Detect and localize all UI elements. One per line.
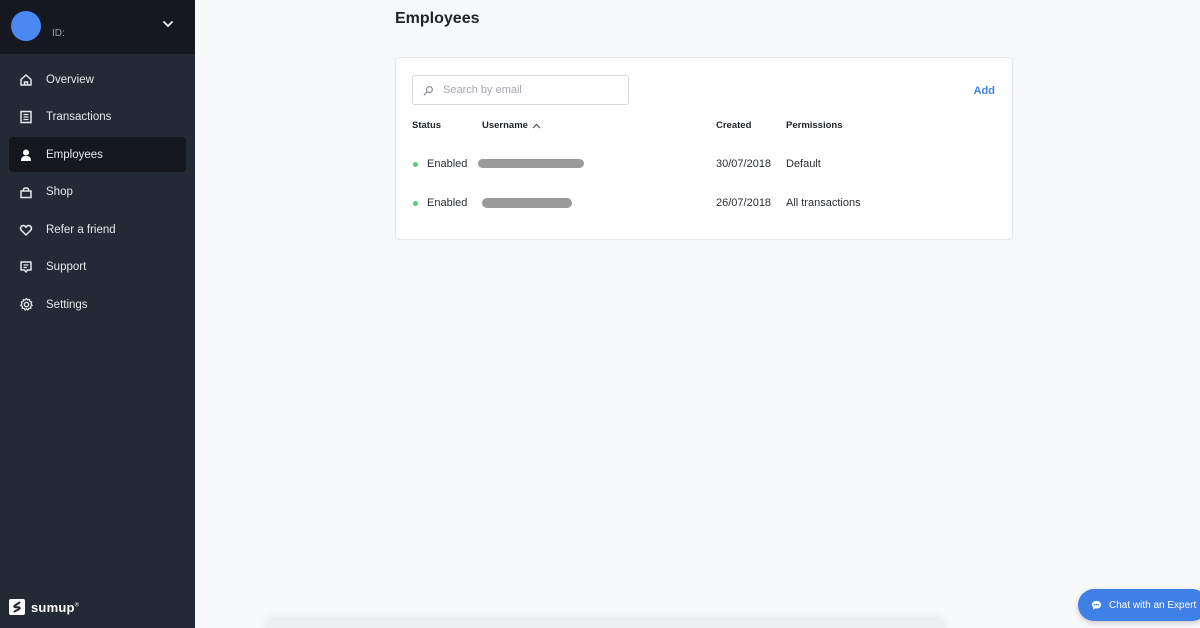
employees-card: Add Status Username Created Permissions … [395, 57, 1013, 240]
avatar [11, 11, 41, 41]
chat-bubble-icon [18, 259, 34, 275]
page-title: Employees [395, 10, 480, 27]
sidebar-nav: Overview Transactions Employees Shop Ref… [0, 62, 195, 325]
username-redacted [478, 159, 584, 168]
sidebar-item-shop[interactable]: Shop [9, 175, 186, 210]
created-cell: 30/07/2018 [716, 158, 772, 170]
created-cell: 26/07/2018 [716, 197, 772, 209]
registered-mark: ® [74, 602, 80, 609]
sumup-logo-icon [9, 599, 25, 615]
sidebar-item-refer-a-friend[interactable]: Refer a friend [9, 212, 186, 247]
home-icon [18, 72, 34, 88]
add-employee-button[interactable]: Add [974, 85, 995, 97]
column-header-label: Permissions [786, 120, 843, 131]
chat-label: Chat with an Expert [1109, 599, 1197, 611]
status-cell: Enabled [427, 197, 468, 209]
sidebar-item-label: Settings [46, 298, 88, 311]
sidebar-item-label: Refer a friend [46, 223, 116, 236]
chevron-down-icon[interactable] [160, 16, 176, 32]
sidebar-item-overview[interactable]: Overview [9, 62, 186, 97]
shopping-bag-icon [18, 184, 34, 200]
sidebar-item-employees[interactable]: Employees [9, 137, 186, 172]
sidebar-item-label: Transactions [46, 111, 112, 123]
sidebar-item-label: Shop [46, 186, 73, 198]
status-dot-icon [413, 201, 418, 206]
account-id-label: ID: [52, 28, 65, 39]
sort-ascending-icon[interactable] [532, 123, 541, 129]
sidebar-item-support[interactable]: Support [9, 250, 186, 285]
chat-with-expert-button[interactable]: Chat with an Expert [1078, 589, 1200, 621]
logo-text: sumup® [31, 600, 79, 615]
search-field[interactable] [412, 75, 629, 105]
sidebar-item-transactions[interactable]: Transactions [9, 100, 186, 135]
bottom-panel-edge [265, 620, 945, 628]
logo-wordmark: sumup [31, 599, 75, 615]
column-header-status: Status [412, 120, 441, 131]
account-switcher[interactable]: ID: [0, 0, 195, 54]
status-dot-icon [413, 162, 418, 167]
search-input[interactable] [443, 84, 613, 96]
column-header-label: Username [482, 120, 528, 131]
table-row[interactable]: Enabled 30/07/2018 Default [396, 157, 1012, 177]
sidebar: ID: Overview Transactions Employees Shop… [0, 0, 195, 628]
sidebar-item-label: Support [46, 261, 87, 273]
receipt-icon [18, 109, 34, 125]
column-header-permissions: Permissions [786, 120, 843, 131]
table-row[interactable]: Enabled 26/07/2018 All transactions [396, 196, 1012, 216]
search-icon [423, 85, 433, 95]
heart-icon [18, 222, 34, 238]
sidebar-item-label: Employees [46, 148, 103, 161]
column-header-label: Status [412, 120, 442, 131]
person-icon [18, 147, 34, 163]
column-header-label: Created [716, 120, 752, 131]
sumup-logo: sumup® [9, 599, 79, 615]
permissions-cell: All transactions [786, 197, 861, 209]
username-redacted [482, 198, 572, 208]
column-header-created: Created [716, 120, 751, 131]
status-cell: Enabled [427, 158, 468, 170]
permissions-cell: Default [786, 158, 821, 170]
sidebar-item-settings[interactable]: Settings [9, 287, 186, 322]
chat-icon [1091, 600, 1102, 610]
sidebar-item-label: Overview [46, 73, 94, 86]
column-header-username[interactable]: Username [482, 120, 541, 131]
gear-icon [18, 297, 34, 313]
